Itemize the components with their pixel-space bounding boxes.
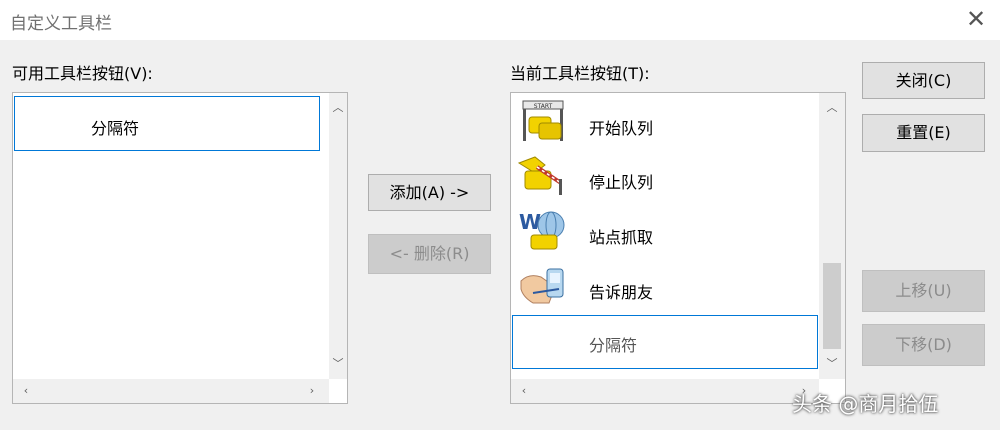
title-bar: 自定义工具栏 ✕ [0,0,1000,40]
list-item-label: 分隔符 [91,119,140,138]
close-button[interactable]: 关闭(C) [862,62,985,99]
list-item-label: 停止队列 [589,173,654,192]
scroll-up-icon[interactable]: ︿ [329,99,347,115]
available-buttons-list[interactable]: 分隔符 ︿ ﹀ ‹ › [12,92,348,404]
list-item[interactable]: 分隔符 [512,315,818,369]
scrollbar-thumb[interactable] [823,263,841,349]
site-grab-icon: W [515,207,571,253]
window-title: 自定义工具栏 [10,14,112,34]
svg-text:W: W [519,210,541,234]
vertical-scrollbar[interactable]: ︿ ﹀ [329,93,347,379]
list-item[interactable]: 分隔符 [14,96,320,151]
vertical-scrollbar[interactable]: ︿ ﹀ [819,93,845,379]
stop-queue-icon [515,153,571,199]
list-item-label: 开始队列 [589,119,654,138]
reset-button[interactable]: 重置(E) [862,114,985,152]
scroll-down-icon[interactable]: ﹀ [329,355,347,371]
move-down-button[interactable]: 下移(D) [862,324,985,366]
available-buttons-label: 可用工具栏按钮(V): [12,64,153,83]
move-up-button[interactable]: 上移(U) [862,270,985,312]
list-item-label: 分隔符 [589,336,638,355]
current-buttons-label: 当前工具栏按钮(T): [510,64,650,83]
current-buttons-list[interactable]: START 开始队列 停止队列 W 站点抓取 告诉朋友 分隔符 ︿ ﹀ ‹ › [510,92,846,404]
horizontal-scrollbar[interactable]: ‹ › [511,379,819,403]
watermark: 头条 @商月拾伍 [792,392,939,416]
add-button[interactable]: 添加(A) -> [368,174,491,211]
remove-button[interactable]: <- 删除(R) [368,234,491,274]
scroll-down-icon[interactable]: ﹀ [823,355,841,371]
scroll-up-icon[interactable]: ︿ [823,99,841,115]
scroll-right-icon[interactable]: › [303,384,321,397]
scroll-left-icon[interactable]: ‹ [17,384,35,397]
start-queue-icon: START [517,99,573,145]
tell-friend-icon [519,263,575,309]
list-item-label: 站点抓取 [589,228,654,247]
scroll-left-icon[interactable]: ‹ [515,384,533,397]
svg-text:START: START [534,103,553,110]
list-item-label: 告诉朋友 [589,283,654,302]
horizontal-scrollbar[interactable]: ‹ › [13,379,329,403]
close-icon[interactable]: ✕ [958,2,994,38]
